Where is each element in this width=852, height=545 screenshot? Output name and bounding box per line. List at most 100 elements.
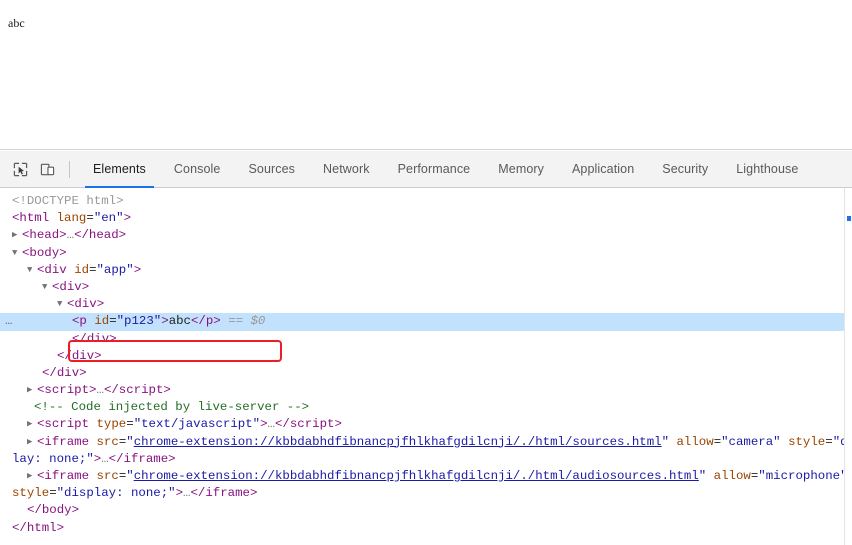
tab-application[interactable]: Application xyxy=(558,151,648,188)
iframe2-style-attr: style xyxy=(12,486,50,501)
gt: > xyxy=(175,486,184,501)
dom-node-div-3[interactable]: ▼ <div> xyxy=(0,296,852,313)
script1-ellipsis: … xyxy=(96,383,104,398)
div-app-open-tag: <div xyxy=(37,262,67,277)
scrollbar-selection-marker xyxy=(847,216,851,221)
expand-triangle-collapsed-icon[interactable]: ▶ xyxy=(12,227,22,244)
overflow-dots-badge[interactable]: … xyxy=(2,313,16,330)
iframe1-ellipsis: … xyxy=(101,451,109,466)
collapse-triangle-expanded-icon[interactable]: ▼ xyxy=(57,296,67,313)
dom-node-script-2[interactable]: ▶ <script type="text/javascript">…</scrip… xyxy=(0,416,852,433)
dom-node-html-close[interactable]: </html> xyxy=(0,520,852,537)
dom-node-iframe-2-wrap[interactable]: style="display: none;">…</iframe> xyxy=(0,485,852,502)
div-app-close-tag: </div> xyxy=(42,365,87,380)
head-ellipsis: … xyxy=(66,228,75,243)
script2-open-tag: <script xyxy=(37,417,90,432)
tab-sources[interactable]: Sources xyxy=(234,151,309,188)
dom-node-div-3-close[interactable]: </div> xyxy=(0,331,852,348)
gt: > xyxy=(161,314,169,329)
p-text-content: abc xyxy=(168,314,191,329)
dom-node-body-open[interactable]: ▼ <body> xyxy=(0,245,852,262)
equals: = xyxy=(825,434,833,449)
iframe1-close-tag: </iframe> xyxy=(108,451,176,466)
dom-node-iframe-2[interactable]: ▶ <iframe src="chrome-extension://kbbdabh… xyxy=(0,468,852,485)
iframe2-allow-attr: allow xyxy=(713,469,751,483)
inspect-cursor-icon[interactable] xyxy=(7,156,34,182)
device-toolbar-icon[interactable] xyxy=(34,156,61,182)
dom-node-p-selected[interactable]: … <p id="p123">abc</p> == $0 xyxy=(0,313,852,331)
body-open-tag: <body> xyxy=(22,245,67,260)
dom-node-doctype[interactable]: <!DOCTYPE html> xyxy=(0,193,852,210)
tab-elements[interactable]: Elements xyxy=(79,151,160,188)
quote: " xyxy=(126,434,134,449)
browser-page-viewport: abc xyxy=(0,0,852,150)
body-close-tag: </body> xyxy=(27,503,80,518)
quote: " xyxy=(126,469,134,483)
equals: = xyxy=(713,434,722,449)
equals: = xyxy=(86,211,94,226)
dom-node-div-2-close[interactable]: </div> xyxy=(0,348,852,365)
iframe1-allow-value: "camera" xyxy=(721,434,781,449)
dom-node-iframe-1-wrap[interactable]: lay: none;">…</iframe> xyxy=(0,451,852,468)
dom-node-iframe-1[interactable]: ▶ <iframe src = "chrome-extension://kbbdabh… xyxy=(0,434,852,451)
iframe2-src-attr: src xyxy=(96,469,119,483)
console-reference-badge: == $0 xyxy=(228,314,266,329)
dom-node-body-close[interactable]: </body> xyxy=(0,502,852,519)
iframe1-allow-attr: allow xyxy=(676,434,714,449)
head-close-tag: </head> xyxy=(74,228,127,243)
div2-open-tag: <div> xyxy=(52,279,90,294)
dom-tree-view[interactable]: <!DOCTYPE html> <html lang="en"> ▶ <head>… xyxy=(0,188,852,545)
p-close-tag: </p> xyxy=(191,314,221,329)
script1-open-tag: <script> xyxy=(37,383,97,398)
dom-node-div-app-close[interactable]: </div> xyxy=(0,365,852,382)
div2-close-tag: </div> xyxy=(57,348,102,363)
p-id-value: "p123" xyxy=(116,314,162,329)
head-open-tag: <head> xyxy=(22,228,67,243)
tab-memory[interactable]: Memory xyxy=(484,151,558,188)
equals: = xyxy=(49,486,57,501)
collapse-triangle-expanded-icon[interactable]: ▼ xyxy=(27,262,37,279)
tab-security[interactable]: Security xyxy=(648,151,722,188)
div3-open-tag: <div> xyxy=(67,297,105,312)
iframe2-src-link[interactable]: chrome-extension://kbbdabhdfibnancpjfhlk… xyxy=(134,469,699,483)
iframe1-open-tag: <iframe xyxy=(37,434,90,449)
expand-triangle-collapsed-icon[interactable]: ▶ xyxy=(27,382,37,399)
dom-node-comment[interactable]: <!-- Code injected by live-server --> xyxy=(0,399,852,416)
div-app-id-attr: id xyxy=(74,262,90,277)
gt: > xyxy=(133,262,142,277)
devtools-toolbar: Elements Console Sources Network Perform… xyxy=(0,151,852,188)
div3-close-tag: </div> xyxy=(72,331,117,346)
dom-node-div-app[interactable]: ▼ <div id="app"> xyxy=(0,262,852,279)
tab-lighthouse[interactable]: Lighthouse xyxy=(722,151,812,188)
collapse-triangle-expanded-icon[interactable]: ▼ xyxy=(42,279,52,296)
dom-node-html[interactable]: <html lang="en"> xyxy=(0,210,852,227)
tab-performance[interactable]: Performance xyxy=(384,151,485,188)
script2-type-value: "text/javascript" xyxy=(133,417,261,432)
p-id-attr: id xyxy=(94,314,110,329)
expand-triangle-collapsed-icon[interactable]: ▶ xyxy=(27,468,37,485)
tab-console[interactable]: Console xyxy=(160,151,235,188)
iframe1-style-attr: style xyxy=(788,434,826,449)
collapse-triangle-expanded-icon[interactable]: ▼ xyxy=(12,245,22,262)
dom-node-div-2[interactable]: ▼ <div> xyxy=(0,279,852,296)
dom-node-script-1[interactable]: ▶ <script>…</script> xyxy=(0,382,852,399)
devtools-panel: Elements Console Sources Network Perform… xyxy=(0,151,852,545)
expand-triangle-collapsed-icon[interactable]: ▶ xyxy=(27,416,37,433)
tab-network[interactable]: Network xyxy=(309,151,384,188)
devtools-tabstrip: Elements Console Sources Network Perform… xyxy=(79,151,812,188)
dom-tree-scrollbar[interactable] xyxy=(844,188,852,545)
iframe1-src-attr: src xyxy=(96,434,119,449)
iframe1-src-link[interactable]: chrome-extension://kbbdabhdfibnancpjfhlk… xyxy=(134,435,662,449)
dom-node-head[interactable]: ▶ <head>…</head> xyxy=(0,227,852,244)
iframe2-allow-value: "microphone" xyxy=(758,469,848,483)
expand-triangle-collapsed-icon[interactable]: ▶ xyxy=(27,434,37,451)
script2-type-attr: type xyxy=(96,417,127,432)
equals: = xyxy=(109,314,117,329)
script1-close-tag: </script> xyxy=(103,383,171,398)
html-lang-value: "en" xyxy=(93,211,124,226)
